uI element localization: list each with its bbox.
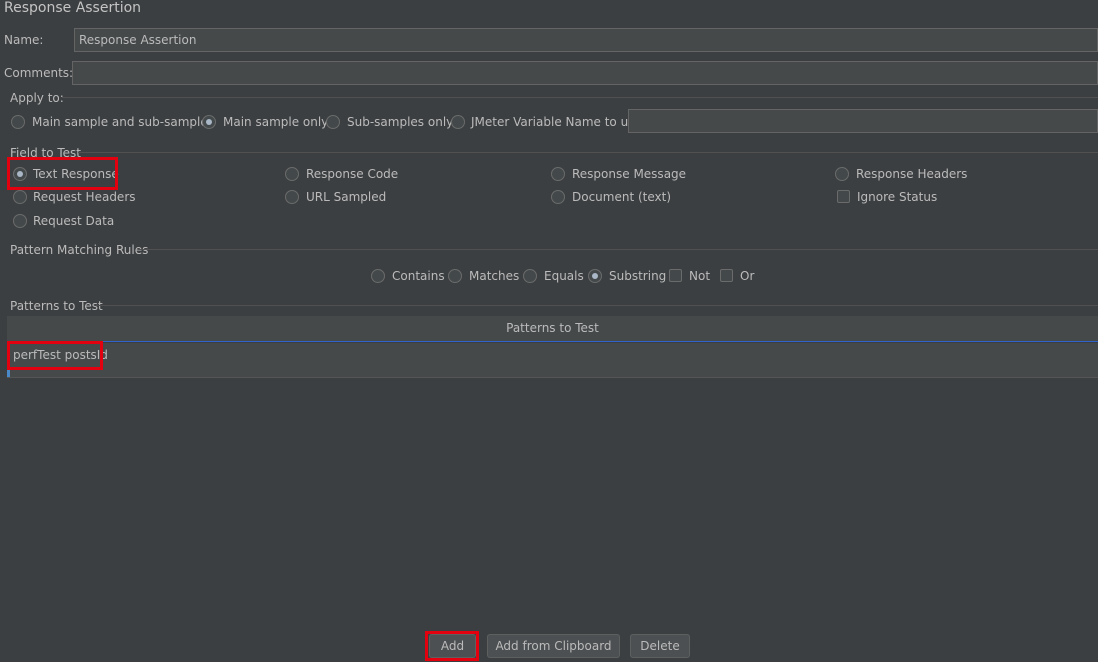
checkbox-or[interactable] (720, 269, 733, 282)
add-button[interactable]: Add (429, 634, 476, 658)
option-label-main-sample-only: Main sample only (223, 115, 329, 129)
row-selection-accent (7, 343, 10, 377)
apply-to-title: Apply to: (10, 91, 64, 105)
option-label-or: Or (740, 269, 755, 283)
option-label-sub-samples-only: Sub-samples only (347, 115, 454, 129)
radio-response-headers[interactable] (835, 167, 849, 181)
pattern-matching-title: Pattern Matching Rules (10, 243, 149, 257)
radio-substring[interactable] (588, 269, 602, 283)
option-label-ignore-status: Ignore Status (857, 190, 938, 204)
apply-to-divider (62, 97, 1098, 98)
option-label-contains: Contains (392, 269, 445, 283)
option-label-response-headers: Response Headers (856, 167, 968, 181)
pattern-cell[interactable]: perfTest postsId (13, 348, 108, 362)
option-label-matches: Matches (469, 269, 520, 283)
radio-response-message[interactable] (551, 167, 565, 181)
name-field[interactable] (74, 28, 1098, 52)
radio-text-response[interactable] (13, 167, 27, 181)
add-from-clipboard-button[interactable]: Add from Clipboard (487, 634, 620, 658)
option-label-response-code: Response Code (306, 167, 399, 181)
field-to-test-title: Field to Test (10, 146, 82, 160)
radio-request-headers[interactable] (13, 190, 27, 204)
option-label-text-response: Text Response (33, 167, 119, 181)
option-label-equals: Equals (544, 269, 584, 283)
radio-main-sample-only[interactable] (202, 115, 216, 129)
radio-sub-samples-only[interactable] (326, 115, 340, 129)
radio-response-code[interactable] (285, 167, 299, 181)
option-label-substring: Substring (609, 269, 667, 283)
radio-url-sampled[interactable] (285, 190, 299, 204)
jmeter-variable-field[interactable] (628, 109, 1098, 133)
radio-request-data[interactable] (13, 214, 27, 228)
patterns-section-title: Patterns to Test (10, 299, 103, 313)
radio-jmeter-variable[interactable] (451, 115, 465, 129)
radio-equals[interactable] (523, 269, 537, 283)
option-label-jmeter-variable: JMeter Variable Name to use (471, 115, 642, 129)
checkbox-ignore-status[interactable] (837, 190, 850, 203)
option-label-not: Not (689, 269, 711, 283)
option-label-request-data: Request Data (33, 214, 115, 228)
option-label-document-text: Document (text) (572, 190, 672, 204)
checkbox-not[interactable] (669, 269, 682, 282)
delete-button[interactable]: Delete (630, 634, 690, 658)
radio-matches[interactable] (448, 269, 462, 283)
pattern-matching-divider (138, 249, 1098, 250)
field-to-test-divider (78, 152, 1098, 153)
option-label-main-and-sub-samples: Main sample and sub-samples (32, 115, 214, 129)
option-label-response-message: Response Message (572, 167, 687, 181)
radio-main-and-sub-samples[interactable] (11, 115, 25, 129)
patterns-divider (96, 305, 1098, 306)
radio-document-text[interactable] (551, 190, 565, 204)
comments-field[interactable] (72, 61, 1098, 85)
patterns-table-header[interactable]: Patterns to Test (7, 316, 1098, 342)
comments-label: Comments: (4, 66, 74, 80)
table-row[interactable] (7, 343, 1098, 378)
panel-title: Response Assertion (4, 0, 142, 16)
option-label-url-sampled: URL Sampled (306, 190, 387, 204)
option-label-request-headers: Request Headers (33, 190, 136, 204)
radio-contains[interactable] (371, 269, 385, 283)
name-label: Name: (4, 33, 44, 47)
